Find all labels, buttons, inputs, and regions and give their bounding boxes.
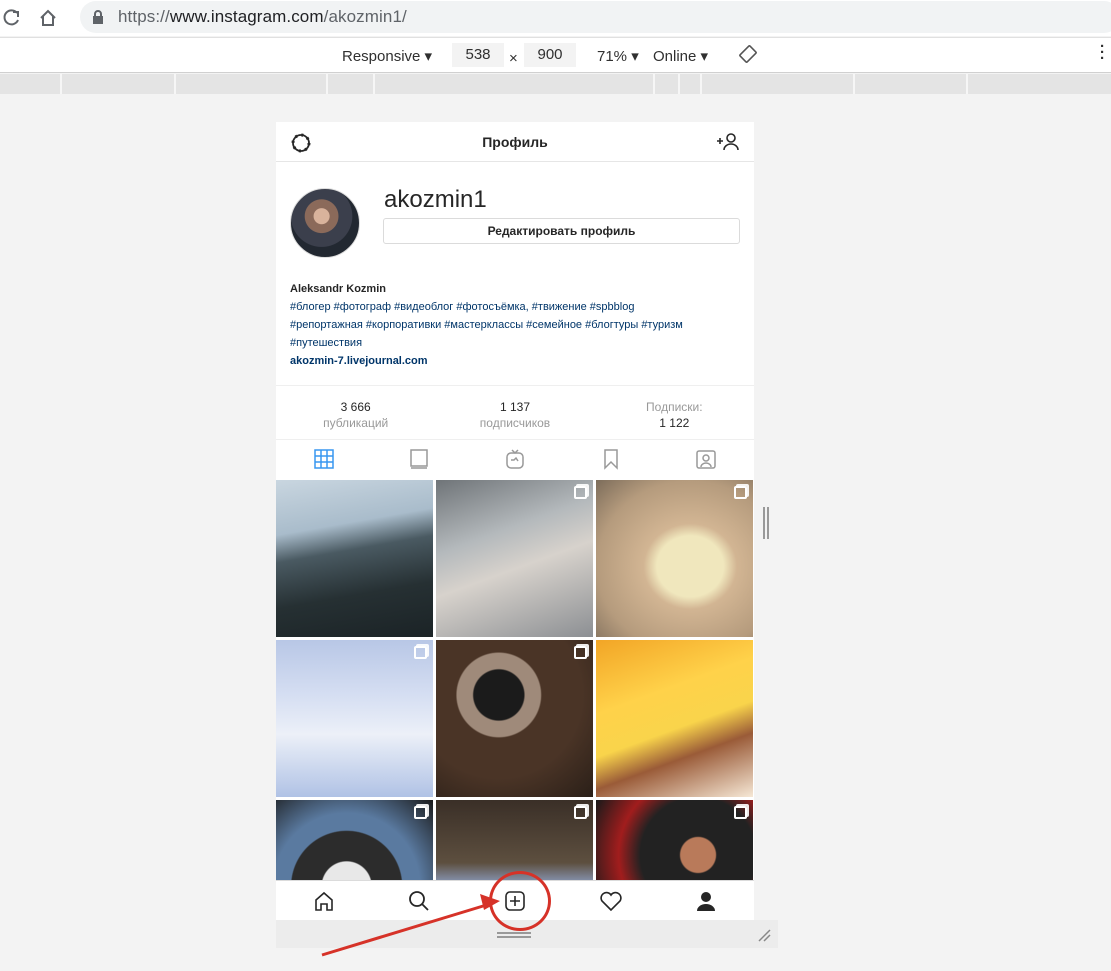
annotation-arrow — [321, 894, 500, 957]
